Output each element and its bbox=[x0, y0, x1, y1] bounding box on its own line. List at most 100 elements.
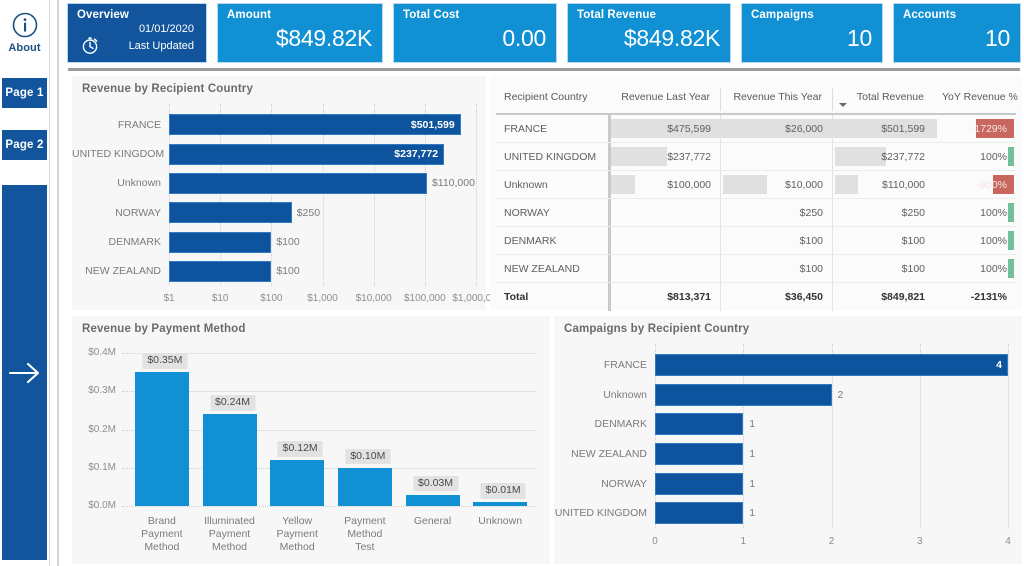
table-revenue-by-country[interactable]: Recipient Country Revenue Last Year Reve… bbox=[490, 76, 1022, 311]
table-row[interactable]: DENMARK $100 $100 100% bbox=[496, 226, 1016, 255]
kpi-card-overview[interactable]: Overview 01/01/2020 Last Updated bbox=[68, 4, 206, 62]
column-header-total-revenue[interactable]: Total Revenue bbox=[832, 82, 934, 115]
data-bar bbox=[835, 175, 859, 194]
chart-revenue-by-payment-method[interactable]: Revenue by Payment Method $0.0M $0.1M $0.2… bbox=[72, 316, 550, 564]
x-axis-tick: $10 bbox=[211, 293, 229, 304]
cell-yoy-revenue-pct: 100% bbox=[934, 142, 1016, 171]
cell-recipient-country: DENMARK bbox=[496, 226, 608, 255]
chart-revenue-by-recipient-country[interactable]: Revenue by Recipient Country $1 $10 $100 $1… bbox=[72, 76, 500, 310]
cell-revenue-this-year: $250 bbox=[720, 198, 832, 227]
cell-value: -2131% bbox=[970, 291, 1007, 303]
bar-data-label: 1 bbox=[749, 477, 756, 490]
bar-data-label: $0.10M bbox=[345, 448, 391, 465]
x-axis-tick: $1 bbox=[163, 293, 175, 304]
x-axis-tick: $100,000 bbox=[403, 293, 446, 304]
category-label: Unknown bbox=[603, 388, 647, 401]
bar[interactable] bbox=[655, 353, 1008, 376]
table-row[interactable]: Unknown $100,000 $10,000 $110,000 -900% bbox=[496, 170, 1016, 199]
cell-content: $36,450 bbox=[720, 283, 832, 311]
bar[interactable] bbox=[655, 502, 744, 525]
cell-value: $813,371 bbox=[667, 291, 711, 303]
cell-content: $849,821 bbox=[832, 283, 934, 311]
sidebar-item-page-1[interactable]: Page 1 bbox=[2, 78, 47, 108]
kpi-accounts-value: 10 bbox=[985, 25, 1010, 51]
kpi-card-campaigns[interactable]: Campaigns 10 bbox=[742, 4, 882, 62]
column-header-revenue-last-year[interactable]: Revenue Last Year bbox=[608, 82, 720, 115]
cell-content: $813,371 bbox=[608, 283, 720, 311]
kpi-total-revenue-title: Total Revenue bbox=[577, 9, 657, 21]
chart-campaigns-by-recipient-country[interactable]: Campaigns by Recipient Country 0 1 2 3 4 FRAN… bbox=[554, 316, 1022, 564]
kpi-total-cost-title: Total Cost bbox=[403, 9, 460, 21]
sidebar-item-page-2[interactable]: Page 2 bbox=[2, 130, 47, 160]
x-axis-label: Payment Method Test bbox=[344, 515, 386, 553]
cell-value: $475,599 bbox=[667, 122, 711, 135]
bar[interactable] bbox=[134, 372, 189, 506]
column-header-recipient-country[interactable]: Recipient Country bbox=[496, 82, 608, 115]
y-axis-tick: $0.1M bbox=[88, 461, 116, 473]
kpi-card-accounts[interactable]: Accounts 10 bbox=[894, 4, 1020, 62]
bar-data-label: $237,772 bbox=[394, 148, 439, 160]
bar[interactable] bbox=[655, 383, 832, 406]
table-row[interactable]: UNITED KINGDOM $237,772 $237,772 100% bbox=[496, 142, 1016, 171]
bar[interactable] bbox=[655, 413, 744, 436]
category-label: NORWAY bbox=[115, 206, 161, 219]
column-header-total-revenue-label: Total Revenue bbox=[856, 91, 924, 103]
bar[interactable] bbox=[169, 231, 272, 253]
bar[interactable] bbox=[655, 442, 744, 465]
cell-value: $100 bbox=[799, 262, 823, 275]
column-header-revenue-this-year[interactable]: Revenue This Year bbox=[720, 82, 832, 115]
cell-content: $100,000 bbox=[608, 171, 720, 198]
kpi-card-amount[interactable]: Amount $849.82K bbox=[218, 4, 382, 62]
bar[interactable] bbox=[169, 260, 272, 282]
category-label: FRANCE bbox=[117, 118, 161, 131]
cell-content: -2131% bbox=[934, 283, 1016, 311]
cell-value: $250 bbox=[799, 206, 823, 219]
x-axis-tick: 1 bbox=[740, 536, 747, 547]
about-button[interactable]: About bbox=[0, 4, 49, 60]
info-circle-icon bbox=[11, 11, 39, 39]
bar[interactable] bbox=[337, 467, 392, 506]
overview-last-updated-label: Last Updated bbox=[128, 40, 194, 52]
bar[interactable] bbox=[169, 172, 427, 194]
cell-content bbox=[608, 199, 720, 226]
kpi-card-total-revenue[interactable]: Total Revenue $849.82K bbox=[568, 4, 730, 62]
kpi-accounts-title: Accounts bbox=[903, 9, 957, 21]
bar-data-label: $0.03M bbox=[412, 475, 459, 492]
stopwatch-icon bbox=[80, 35, 100, 55]
cell-total-label: Total bbox=[496, 282, 608, 311]
cell-content bbox=[720, 143, 832, 170]
cell-revenue-last-year bbox=[608, 198, 720, 227]
cell-value: $501,599 bbox=[881, 122, 925, 135]
bar[interactable] bbox=[655, 472, 744, 495]
bar-data-label: 4 bbox=[996, 358, 1002, 371]
cell-yoy-revenue-pct: 100% bbox=[934, 198, 1016, 227]
nav-expand-panel[interactable] bbox=[2, 185, 47, 560]
bar-data-label: 1 bbox=[749, 447, 756, 460]
cell-recipient-country: UNITED KINGDOM bbox=[496, 142, 608, 171]
bar[interactable] bbox=[405, 494, 460, 506]
bar[interactable] bbox=[473, 502, 528, 506]
bar[interactable] bbox=[270, 460, 325, 506]
category-label: NORWAY bbox=[601, 477, 647, 490]
bar-data-label: $0.35M bbox=[142, 353, 188, 369]
data-bar bbox=[1008, 231, 1014, 250]
table-row[interactable]: NORWAY $250 $250 100% bbox=[496, 198, 1016, 227]
cell-content bbox=[608, 227, 720, 254]
cell-total-revenue-this-year: $36,450 bbox=[720, 282, 832, 311]
header-divider bbox=[68, 68, 1020, 71]
cell-revenue-last-year: $100,000 bbox=[608, 170, 720, 199]
data-bar bbox=[835, 147, 886, 166]
gridline bbox=[476, 104, 477, 286]
table-row[interactable]: FRANCE $475,599 $26,000 $501,599 -1729% bbox=[496, 114, 1016, 143]
table-row[interactable]: NEW ZEALAND $100 $100 100% bbox=[496, 254, 1016, 283]
category-label: UNITED KINGDOM bbox=[72, 148, 165, 160]
bar[interactable] bbox=[202, 414, 257, 506]
column-header-yoy-revenue-pct[interactable]: YoY Revenue % bbox=[934, 82, 1018, 115]
kpi-card-total-cost[interactable]: Total Cost 0.00 bbox=[394, 4, 556, 62]
cell-revenue-this-year bbox=[720, 142, 832, 171]
cell-value: $237,772 bbox=[667, 150, 711, 163]
data-bar bbox=[1008, 203, 1014, 222]
bar-data-label: $100 bbox=[276, 265, 300, 278]
y-axis-tick: $0.0M bbox=[88, 500, 116, 511]
bar[interactable] bbox=[169, 202, 292, 224]
